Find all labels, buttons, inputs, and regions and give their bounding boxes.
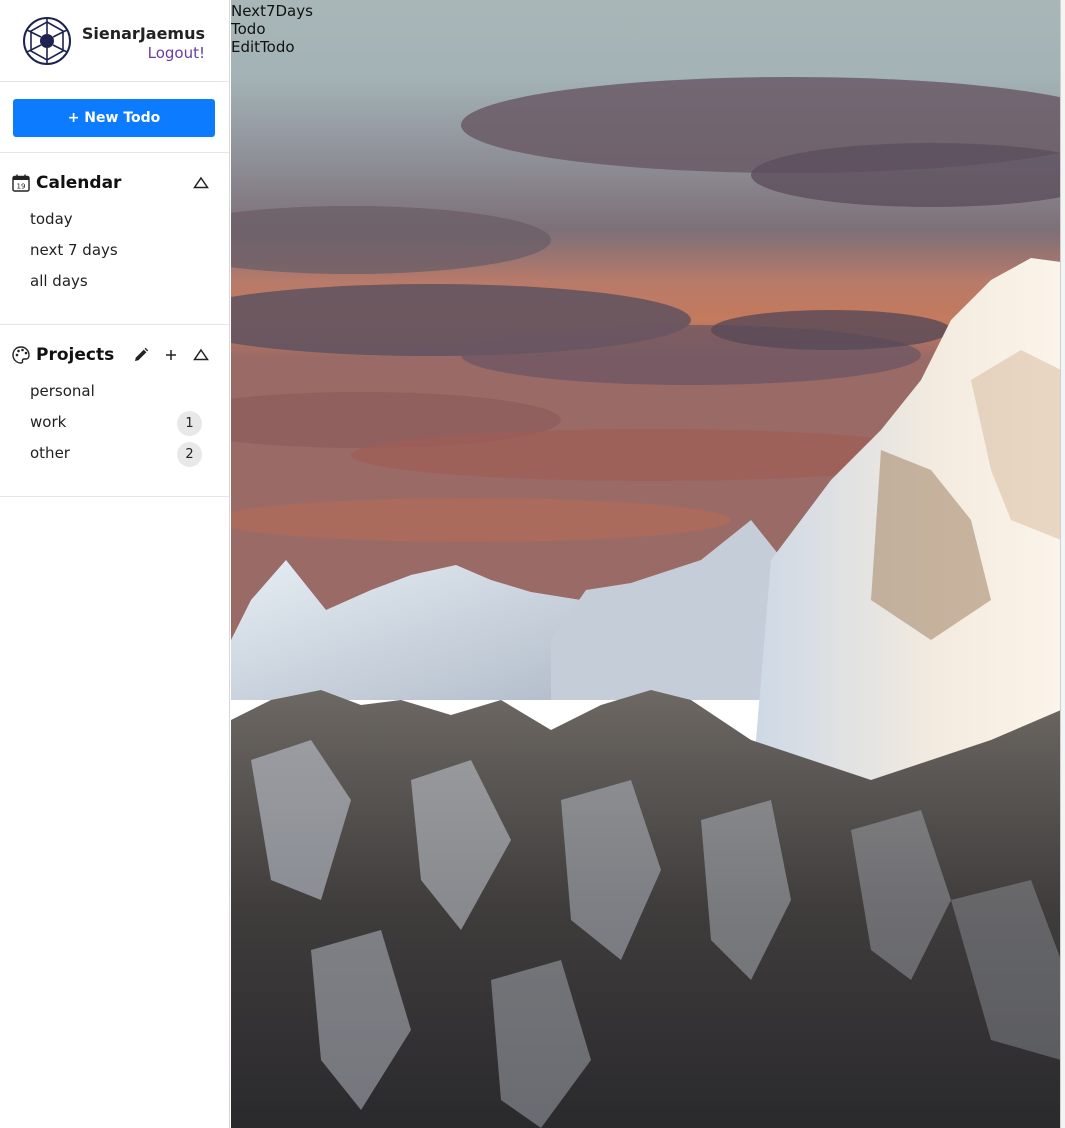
route-link-edittodo[interactable]: EditTodo [231, 38, 313, 56]
project-item-other[interactable]: other 2 [30, 442, 205, 473]
pencil-icon [135, 347, 149, 361]
user-block: SienarJaemus Logout! [0, 0, 229, 82]
sidebar: SienarJaemus Logout! + New Todo 19 Calen… [0, 0, 230, 1128]
projects-section: Projects personal work 1 other 2 [0, 325, 229, 497]
calendar-list: today next 7 days all days [30, 208, 205, 301]
add-project-button[interactable] [161, 345, 181, 365]
calendar-item-label: next 7 days [30, 241, 118, 259]
calendar-section: 19 Calendar today next 7 days all days [0, 153, 229, 325]
window-edge [1060, 0, 1065, 1128]
calendar-item-label: all days [30, 272, 88, 290]
route-link-todo[interactable]: Todo [231, 20, 313, 38]
route-links: Next7Days Todo EditTodo [231, 2, 313, 56]
project-item-work[interactable]: work 1 [30, 411, 205, 442]
new-todo-button[interactable]: + New Todo [13, 99, 215, 137]
chevron-up-icon [193, 176, 209, 189]
projects-list: personal work 1 other 2 [30, 380, 205, 473]
calendar-title: Calendar [36, 173, 122, 193]
count-badge: 2 [177, 442, 202, 467]
collapse-calendar-button[interactable] [191, 173, 211, 193]
chevron-up-icon [193, 348, 209, 361]
calendar-item-all-days[interactable]: all days [30, 270, 205, 301]
calendar-item-next-7-days[interactable]: next 7 days [30, 239, 205, 270]
project-item-personal[interactable]: personal [30, 380, 205, 411]
route-link-next7days[interactable]: Next7Days [231, 2, 313, 20]
calendar-tools [181, 172, 211, 194]
main-content: Next7Days Todo EditTodo [231, 0, 1061, 1128]
projects-title: Projects [36, 345, 115, 365]
avatar [23, 17, 71, 65]
palette-icon [12, 346, 30, 364]
edit-projects-button[interactable] [131, 345, 151, 365]
calendar-item-label: today [30, 210, 73, 228]
projects-header[interactable]: Projects [11, 344, 114, 366]
new-todo-area: + New Todo [0, 82, 229, 153]
project-item-label: personal [30, 382, 95, 400]
plus-icon [166, 350, 176, 360]
username: SienarJaemus [81, 24, 205, 43]
calendar-item-today[interactable]: today [30, 208, 205, 239]
project-item-label: other [30, 444, 70, 462]
app-root: SienarJaemus Logout! + New Todo 19 Calen… [0, 0, 1065, 1128]
mountain-background-image [231, 0, 1061, 1128]
calendar-header[interactable]: 19 Calendar [11, 172, 121, 194]
calendar-icon: 19 [12, 174, 30, 192]
logout-link[interactable]: Logout! [148, 44, 205, 62]
count-badge: 1 [177, 411, 202, 436]
project-item-label: work [30, 413, 67, 431]
projects-tools [121, 344, 211, 366]
collapse-projects-button[interactable] [191, 345, 211, 365]
svg-text:19: 19 [17, 183, 26, 191]
